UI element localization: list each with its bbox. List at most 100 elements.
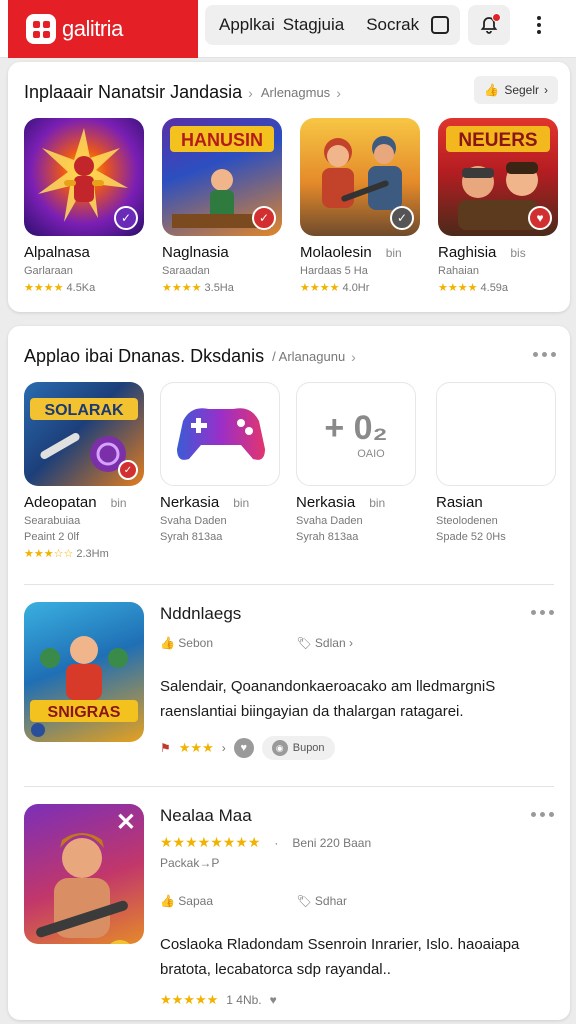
featured-item[interactable]: ✕ Nealaa Maa ★★★★★★★★ · Beni 220 Baan Pa… (24, 804, 554, 1007)
soldiers-icon: ✓ (300, 118, 420, 236)
featured-title: Nddnlaegs (160, 604, 242, 623)
section-header: Applao ibai Dnanas. Dksdanis / Arlanagun… (24, 346, 356, 367)
bupon-chip[interactable]: ◉ Bupon (261, 736, 335, 760)
close-icon[interactable]: ✕ (116, 808, 136, 837)
app-developer: Svaha Daden (296, 515, 363, 527)
app-name: Nerkasia bin (160, 494, 250, 511)
app-tile[interactable]: ✓ Alpalnasa Garlaraan ★★★★ 4.5Ka (24, 118, 146, 294)
heart-icon: ♥ (269, 993, 277, 1007)
featured-description: Salendair, Qoanandonkaeroacako am lledma… (160, 678, 496, 720)
app-info: Spade 52 0Hs (436, 531, 506, 543)
app-developer: Hardaas 5 Ha (300, 265, 368, 277)
flag-icon: ⚑ (160, 741, 171, 755)
section-subtitle[interactable]: Arlenagmus (261, 85, 330, 100)
thumb-icon: 👍 (160, 894, 175, 908)
divider (24, 786, 554, 787)
placeholder-sub: OAIO (357, 447, 385, 460)
chevron-right-icon: › (336, 84, 341, 101)
featured-bottom-rating: ★★★★★ 1 4Nb. ♥ (160, 992, 277, 1007)
see-all-label: Segelr (504, 83, 539, 97)
app-developer: Searabuiaa (24, 515, 81, 527)
sword-game-icon: SOLARAK ✓ (24, 382, 144, 486)
placeholder-icon: + 0₂ OAIO (296, 382, 416, 486)
more-options-icon[interactable] (531, 610, 554, 615)
notification-button[interactable] (468, 5, 510, 45)
placeholder-glyph: + 0₂ (324, 408, 388, 447)
top-bar: galitria Applkai Stagjuia Socrak (0, 0, 576, 58)
app-info: Syrah 813aa (160, 531, 223, 543)
brand-logo[interactable]: galitria (8, 0, 198, 58)
apps-grid-icon (26, 14, 56, 44)
verified-icon: ♥ (528, 206, 552, 230)
app-name: Nerkasia bin (296, 494, 386, 511)
featured-meta: 👍 Sebon 🏷 Sdlan › (160, 636, 353, 650)
featured-actions: ⚑ ★★★ › ♥ ◉ Bupon (160, 736, 335, 760)
app-developer: Saraadan (162, 265, 210, 277)
section-title: Inplaaair Nanatsir Jandasia (24, 82, 243, 102)
blank-icon (436, 382, 556, 486)
thumb-icon: 👍 (484, 83, 500, 97)
app-rating: ★★★★ 4.0Hr (300, 282, 370, 294)
app-rating: ★★★★ 3.5Ha (162, 282, 234, 294)
app-name: Raghisia bis (438, 244, 526, 261)
app-name: Rasian (436, 494, 483, 511)
app-tile[interactable]: NEUERS ♥ Raghisia bis Rahaian ★★★★ 4.59a (438, 118, 560, 294)
app-tile[interactable]: SOLARAK ✓ Adeopatan bin Searabuiaa Peaint… (24, 382, 146, 560)
heart-icon[interactable]: ♥ (233, 738, 254, 758)
app-developer: Svaha Daden (160, 515, 227, 527)
verified-icon: ✓ (118, 460, 138, 480)
svg-text:SNIGRAS: SNIGRAS (48, 704, 121, 721)
section-title: Applao ibai Dnanas. Dksdanis (24, 346, 265, 366)
snigras-game-icon: SNIGRAS (24, 602, 144, 742)
app-tile[interactable]: ✓ Molaolesin bin Hardaas 5 Ha ★★★★ 4.0Hr (300, 118, 422, 294)
thumb-icon: 👍 (160, 636, 175, 650)
brand-name: galitria (62, 16, 123, 41)
svg-text:NEUERS: NEUERS (458, 130, 537, 151)
verified-icon: ✓ (114, 206, 138, 230)
app-rating: ★★★☆☆ 2.3Hm (24, 548, 109, 560)
featured-meta: 👍 Sapaa 🏷 Sdhar (160, 894, 347, 908)
app-developer: Rahaian (438, 265, 479, 277)
more-menu-icon[interactable] (525, 10, 553, 40)
app-info: Syrah 813aa (296, 531, 359, 543)
hero-burst-icon: ✓ (24, 118, 144, 236)
section-header: Inplaaair Nanatsir Jandasia › Arlenagmus… (24, 82, 341, 103)
more-options-icon[interactable] (531, 812, 554, 817)
warrior-game-icon: ✕ (24, 804, 144, 944)
nav-bar: Applkai Stagjuia Socrak (205, 5, 460, 45)
app-name: Molaolesin bin (300, 244, 402, 261)
featured-item[interactable]: SNIGRAS Nddnlaegs 👍 Sebon 🏷 Sdlan › Sale… (24, 602, 554, 782)
window-icon[interactable] (431, 16, 450, 34)
section-subtitle[interactable]: / Arlanagunu (272, 349, 345, 364)
app-name: Naglnasia (162, 244, 229, 261)
nav-link-stagjuia[interactable]: Stagjuia (283, 15, 344, 35)
app-tile[interactable]: HANUSIN ✓ Naglnasia Saraadan ★★★★ 3.5Ha (162, 118, 284, 294)
divider (24, 584, 554, 585)
chevron-right-icon: › (248, 84, 253, 101)
featured-title: Nealaa Maa (160, 806, 252, 825)
nav-link-socrak[interactable]: Socrak (366, 15, 419, 35)
app-tile[interactable]: Rasian Steolodenen Spade 52 0Hs (436, 382, 558, 543)
featured-description: Coslaoka Rladondam Ssenroin Inrarier, Is… (160, 936, 520, 978)
featured-sub: Packak→P (160, 856, 220, 870)
nav-link-apps[interactable]: Applkai (219, 15, 275, 35)
svg-text:SOLARAK: SOLARAK (44, 402, 124, 419)
featured-rating: ★★★★★★★★ · Beni 220 Baan (160, 834, 372, 850)
more-options-icon[interactable] (533, 352, 556, 357)
notification-dot (492, 13, 501, 22)
app-name: Adeopatan bin (24, 494, 127, 511)
app-tile[interactable]: + 0₂ OAIO Nerkasia bin Svaha Daden Syrah … (296, 382, 418, 543)
hanusin-game-icon: HANUSIN ✓ (162, 118, 282, 236)
app-developer: Steolodenen (436, 515, 498, 527)
tag-icon: 🏷 (296, 894, 312, 908)
neuers-icon: NEUERS ♥ (438, 118, 558, 236)
chevron-right-icon: › (544, 83, 548, 97)
app-tile[interactable]: Nerkasia bin Svaha Daden Syrah 813aa (160, 382, 282, 543)
app-rating: ★★★★ 4.5Ka (24, 282, 96, 294)
see-all-button[interactable]: 👍 Segelr › (474, 76, 558, 104)
svg-text:HANUSIN: HANUSIN (181, 130, 263, 150)
app-info: Peaint 2 0lf (24, 531, 80, 543)
tag-icon: 🏷 (296, 636, 312, 650)
section-popular-apps: Inplaaair Nanatsir Jandasia › Arlenagmus… (8, 62, 570, 312)
app-developer: Garlaraan (24, 265, 73, 277)
